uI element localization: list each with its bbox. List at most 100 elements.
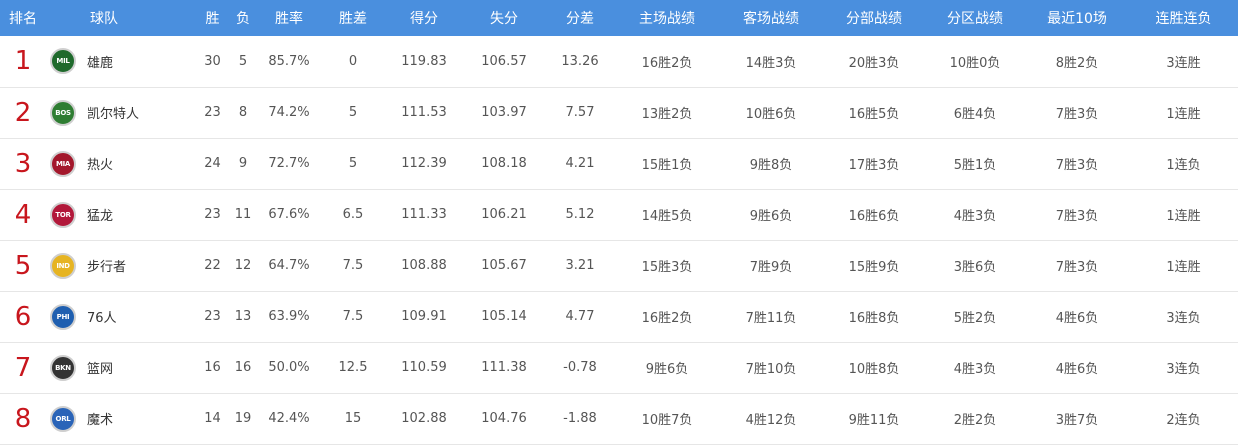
rank-cell: 7 (14, 352, 32, 383)
header-gb[interactable]: 胜差 (321, 0, 385, 36)
team-cell[interactable]: BKN 篮网 (46, 342, 196, 393)
rank-cell: 1 (14, 46, 32, 77)
team-logo-icon[interactable]: MIA (50, 150, 76, 177)
team-logo-icon[interactable]: MIL (50, 48, 76, 75)
pts-against-cell: 105.67 (481, 258, 527, 273)
team-name-link[interactable]: 猛龙 (87, 205, 113, 224)
streak-cell: 1连胜 (1166, 209, 1201, 224)
pct-cell: 42.4% (268, 411, 310, 426)
team-cell[interactable]: MIA 热火 (46, 138, 196, 189)
losses-cell: 13 (234, 309, 252, 324)
div-cell: 10胜8负 (848, 362, 900, 377)
team-cell[interactable]: ORL 魔术 (46, 393, 196, 444)
header-away[interactable]: 客场战绩 (719, 0, 823, 36)
home-cell: 13胜2负 (641, 107, 693, 122)
team-name-link[interactable]: 雄鹿 (87, 52, 113, 71)
header-wins[interactable]: 胜 (196, 0, 229, 36)
team-name-link[interactable]: 篮网 (87, 358, 113, 377)
pts-against-cell: 111.38 (481, 360, 527, 375)
div-cell: 16胜5负 (848, 107, 900, 122)
header-losses[interactable]: 负 (229, 0, 257, 36)
pct-cell: 63.9% (268, 309, 310, 324)
wins-cell: 16 (204, 360, 221, 375)
conf-cell: 4胜3负 (953, 209, 997, 224)
team-name-link[interactable]: 76人 (87, 307, 117, 326)
wins-cell: 14 (204, 411, 221, 426)
pts-against-cell: 105.14 (481, 309, 527, 324)
streak-cell: 3连胜 (1166, 55, 1201, 71)
table-row: 7 BKN 篮网 16 16 50.0% 12.5 110.59 111.38 -0.78 9胜6负… (0, 342, 1238, 393)
away-cell: 7胜11负 (745, 311, 797, 326)
diff-cell: 3.21 (565, 258, 595, 273)
last10-cell: 7胜3负 (1055, 260, 1099, 275)
team-logo-icon[interactable]: ORL (50, 405, 76, 432)
header-div[interactable]: 分部战绩 (823, 0, 925, 36)
pct-cell: 72.7% (268, 156, 310, 171)
pts-for-cell: 108.88 (401, 258, 447, 273)
team-logo-icon[interactable]: BOS (50, 99, 76, 126)
gb-cell: 7.5 (342, 309, 364, 324)
team-cell[interactable]: IND 步行者 (46, 240, 196, 291)
home-cell: 16胜2负 (641, 311, 693, 326)
header-team[interactable]: 球队 (46, 0, 196, 36)
header-pts-for[interactable]: 得分 (385, 0, 463, 36)
losses-cell: 16 (234, 360, 252, 375)
home-cell: 15胜1负 (641, 158, 693, 173)
team-logo-icon[interactable]: IND (50, 252, 76, 279)
div-cell: 16胜8负 (848, 311, 900, 326)
pct-cell: 85.7% (268, 53, 310, 69)
last10-cell: 3胜7负 (1055, 413, 1099, 428)
header-last10[interactable]: 最近10场 (1025, 0, 1129, 36)
rank-cell: 6 (14, 301, 32, 332)
losses-cell: 19 (234, 411, 252, 426)
diff-cell: 4.77 (565, 309, 595, 324)
team-cell[interactable]: MIL 雄鹿 (46, 36, 196, 87)
pts-against-cell: 103.97 (481, 105, 527, 120)
header-pct[interactable]: 胜率 (257, 0, 321, 36)
away-cell: 14胜3负 (745, 55, 797, 71)
pct-cell: 50.0% (268, 360, 310, 375)
gb-cell: 6.5 (342, 207, 364, 222)
team-logo-icon[interactable]: BKN (50, 354, 76, 381)
gb-cell: 5 (348, 105, 358, 120)
home-cell: 16胜2负 (641, 55, 693, 71)
header-diff[interactable]: 分差 (545, 0, 615, 36)
losses-cell: 8 (238, 105, 248, 120)
team-name-link[interactable]: 魔术 (87, 409, 113, 428)
conf-cell: 3胜6负 (953, 260, 997, 275)
pts-for-cell: 111.33 (401, 207, 447, 222)
team-cell[interactable]: TOR 猛龙 (46, 189, 196, 240)
header-conf[interactable]: 分区战绩 (925, 0, 1025, 36)
last10-cell: 7胜3负 (1055, 107, 1099, 122)
losses-cell: 5 (238, 53, 248, 69)
pts-against-cell: 104.76 (481, 411, 527, 426)
pts-for-cell: 119.83 (401, 53, 447, 69)
gb-cell: 12.5 (338, 360, 368, 375)
header-pts-against[interactable]: 失分 (463, 0, 545, 36)
pts-against-cell: 106.21 (481, 207, 527, 222)
losses-cell: 12 (234, 258, 252, 273)
wins-cell: 23 (204, 105, 221, 120)
streak-cell: 1连胜 (1166, 260, 1201, 275)
header-streak[interactable]: 连胜连负 (1129, 0, 1238, 36)
losses-cell: 11 (234, 207, 252, 222)
losses-cell: 9 (238, 156, 248, 171)
rank-cell: 5 (14, 250, 32, 281)
team-logo-icon[interactable]: PHI (50, 303, 76, 330)
table-row: 3 MIA 热火 24 9 72.7% 5 112.39 108.18 4.21 15胜1负 9胜8负… (0, 138, 1238, 189)
pct-cell: 64.7% (268, 258, 310, 273)
team-cell[interactable]: BOS 凯尔特人 (46, 87, 196, 138)
rank-cell: 3 (14, 148, 32, 179)
diff-cell: -1.88 (563, 411, 597, 426)
team-name-link[interactable]: 步行者 (87, 256, 126, 275)
team-name-link[interactable]: 热火 (87, 154, 113, 173)
team-cell[interactable]: PHI 76人 (46, 291, 196, 342)
header-home[interactable]: 主场战绩 (615, 0, 719, 36)
wins-cell: 24 (204, 156, 221, 171)
streak-cell: 1连负 (1166, 158, 1201, 173)
gb-cell: 7.5 (342, 258, 364, 273)
team-logo-icon[interactable]: TOR (50, 201, 76, 228)
team-name-link[interactable]: 凯尔特人 (87, 103, 139, 122)
conf-cell: 2胜2负 (953, 413, 997, 428)
header-rank[interactable]: 排名 (0, 0, 46, 36)
